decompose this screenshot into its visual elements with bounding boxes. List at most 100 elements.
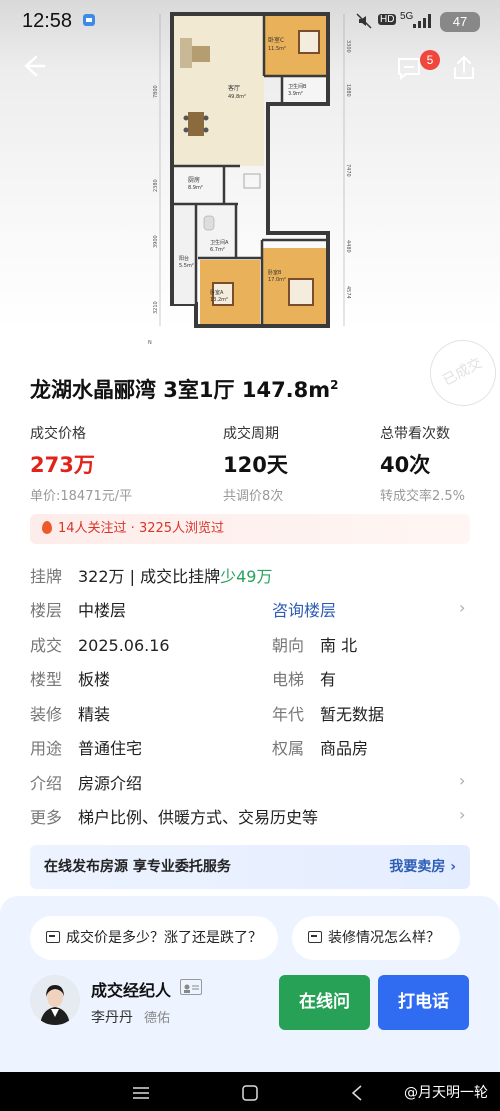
call-button[interactable]: 打电话 — [378, 975, 469, 1030]
stat-value: 40次 — [380, 453, 431, 477]
room-label-bedroom-b: 卧室B — [268, 269, 282, 276]
room-label-bedroom-a: 卧室A — [210, 289, 224, 296]
deal-date-value: 2025.06.16 — [78, 636, 170, 655]
agent-avatar[interactable] — [30, 975, 80, 1025]
notification-badge: 5 — [420, 50, 440, 70]
chevron-right-icon[interactable]: › — [459, 771, 465, 790]
recent-apps-icon[interactable] — [132, 1086, 150, 1100]
chevron-right-icon[interactable]: › — [459, 805, 465, 824]
question-chip-price[interactable]: 成交价是多少？涨了还是跌了？ — [30, 916, 278, 960]
key-orientation: 朝向 — [272, 636, 305, 655]
sell-house-link[interactable]: 我要卖房 › — [389, 845, 456, 889]
agent-title: 成交经纪人 — [91, 981, 172, 1000]
row-ownership: 权属 商品房 — [272, 735, 368, 759]
dim-right-3: 7470 — [345, 164, 351, 177]
room-area-bedroom-b: 17.0m² — [268, 277, 286, 283]
usage-value: 普通住宅 — [78, 739, 143, 758]
row-orientation: 朝向南 北 — [272, 632, 357, 656]
consult-floor-link[interactable]: 咨询楼层 — [272, 597, 336, 621]
app-notification-icon — [83, 14, 95, 26]
room-label-balcony: 阳台 — [179, 255, 189, 262]
dim-right-5: 4574 — [345, 286, 351, 299]
stat-sub: 转成交率2.5% — [380, 489, 466, 504]
row-listing-price: 挂牌 322万 | 成交比挂牌少49万 — [30, 563, 272, 587]
room-label-bedroom-c: 卧室C — [268, 36, 284, 44]
agent-name: 李丹丹 — [91, 1010, 133, 1026]
key-floor: 楼层 — [30, 601, 63, 620]
status-time: 12:58 — [22, 10, 73, 32]
floor-plan[interactable]: 卧室C 11.5m² 卫生间B 3.9m² 客厅 49.8m² 厨房 8.9m²… — [148, 8, 358, 346]
ownership-value: 商品房 — [320, 739, 369, 758]
sell-house-label: 我要卖房 — [389, 859, 446, 875]
row-floor: 楼层 中楼层 — [30, 597, 126, 621]
room-area-balcony: 5.5m² — [179, 263, 194, 269]
room-area-bath-b: 3.9m² — [288, 91, 303, 97]
agent-id-card-icon[interactable] — [180, 979, 202, 995]
key-more: 更多 — [30, 808, 63, 827]
online-chat-button[interactable]: 在线问 — [279, 975, 370, 1030]
floor-value: 中楼层 — [78, 601, 127, 620]
stat-label: 成交价格 — [30, 426, 86, 442]
signal-icon — [413, 14, 431, 28]
key-listing: 挂牌 — [30, 567, 63, 586]
room-area-living: 49.8m² — [228, 94, 246, 100]
home-icon[interactable] — [241, 1084, 259, 1102]
row-more[interactable]: 更多 梯户比例、供暖方式、交易历史等 — [30, 804, 318, 828]
back-arrow-icon[interactable] — [18, 52, 46, 80]
listing-title-text: 龙湖水晶郦湾 3室1厅 147.8m — [30, 378, 331, 402]
agent-photo — [30, 975, 80, 1025]
row-decoration: 装修 精装 — [30, 701, 110, 725]
id-card-glyph — [184, 984, 199, 993]
battery-indicator: 47 — [440, 12, 480, 32]
key-elevator: 电梯 — [272, 670, 305, 689]
question-price-text: 成交价是多少？涨了还是跌了？ — [66, 930, 262, 946]
key-usage: 用途 — [30, 739, 63, 758]
key-intro: 介绍 — [30, 774, 63, 793]
north-marker: N — [148, 340, 152, 346]
stat-sub: 共调价8次 — [223, 489, 284, 504]
room-area-bedroom-c: 11.5m² — [268, 46, 286, 52]
listing-price-value: 322万 | 成交比挂牌 — [78, 567, 221, 586]
chat-icon — [46, 931, 60, 943]
dim-left-3: 3900 — [153, 235, 159, 248]
row-year: 年代 暂无数据 — [272, 701, 384, 725]
year-value: 暂无数据 — [320, 705, 385, 724]
row-building-type: 楼型 板楼 — [30, 666, 110, 690]
question-chip-decoration[interactable]: 装修情况怎么样？ — [292, 916, 460, 960]
dim-left-1: 7800 — [153, 85, 159, 98]
room-area-kitchen: 8.9m² — [188, 185, 203, 191]
attention-text: 14人关注过 · 3225人浏览过 — [58, 521, 225, 536]
chat-icon — [308, 931, 322, 943]
room-label-bath-b: 卫生间B — [288, 83, 307, 90]
dim-right-4: 4480 — [345, 240, 351, 253]
fire-icon — [42, 521, 52, 534]
agent-company: 德佑 — [144, 1011, 171, 1026]
message-icon[interactable] — [396, 56, 422, 80]
question-decoration-text: 装修情况怎么样？ — [328, 930, 440, 946]
attention-bar: 14人关注过 · 3225人浏览过 — [30, 514, 470, 544]
row-intro[interactable]: 介绍 房源介绍 — [30, 770, 142, 794]
intro-value: 房源介绍 — [78, 774, 143, 793]
mute-icon — [356, 13, 372, 29]
row-elevator: 电梯有 — [272, 666, 336, 690]
share-icon[interactable] — [450, 54, 478, 82]
room-area-bath-a: 6.7m² — [210, 247, 225, 253]
row-deal-date: 成交 2025.06.16 — [30, 632, 170, 656]
decoration-value: 精装 — [78, 705, 111, 724]
stat-label: 总带看次数 — [380, 426, 450, 442]
room-label-living: 客厅 — [228, 84, 240, 92]
row-usage: 用途 普通住宅 — [30, 735, 142, 759]
deal-stats: 成交价格 273万 单价:18471元/平 成交周期 120天 共调价8次 总带… — [0, 423, 500, 504]
chevron-right-icon[interactable]: › — [459, 598, 465, 617]
stat-viewings: 总带看次数 40次 转成交率2.5% — [380, 423, 465, 504]
back-nav-icon[interactable] — [350, 1084, 364, 1102]
hd-badge: HD — [378, 14, 397, 25]
dim-right-2: 1880 — [345, 84, 351, 97]
key-deal: 成交 — [30, 636, 63, 655]
listing-title: 龙湖水晶郦湾 3室1厅 147.8m2 — [30, 374, 339, 404]
listing-title-sup: 2 — [330, 378, 339, 392]
stat-sub: 单价:18471元/平 — [30, 489, 133, 504]
sell-banner[interactable]: 在线发布房源 享专业委托服务 我要卖房 › — [30, 845, 470, 889]
dim-left-4: 3210 — [153, 301, 159, 314]
key-decoration: 装修 — [30, 705, 63, 724]
